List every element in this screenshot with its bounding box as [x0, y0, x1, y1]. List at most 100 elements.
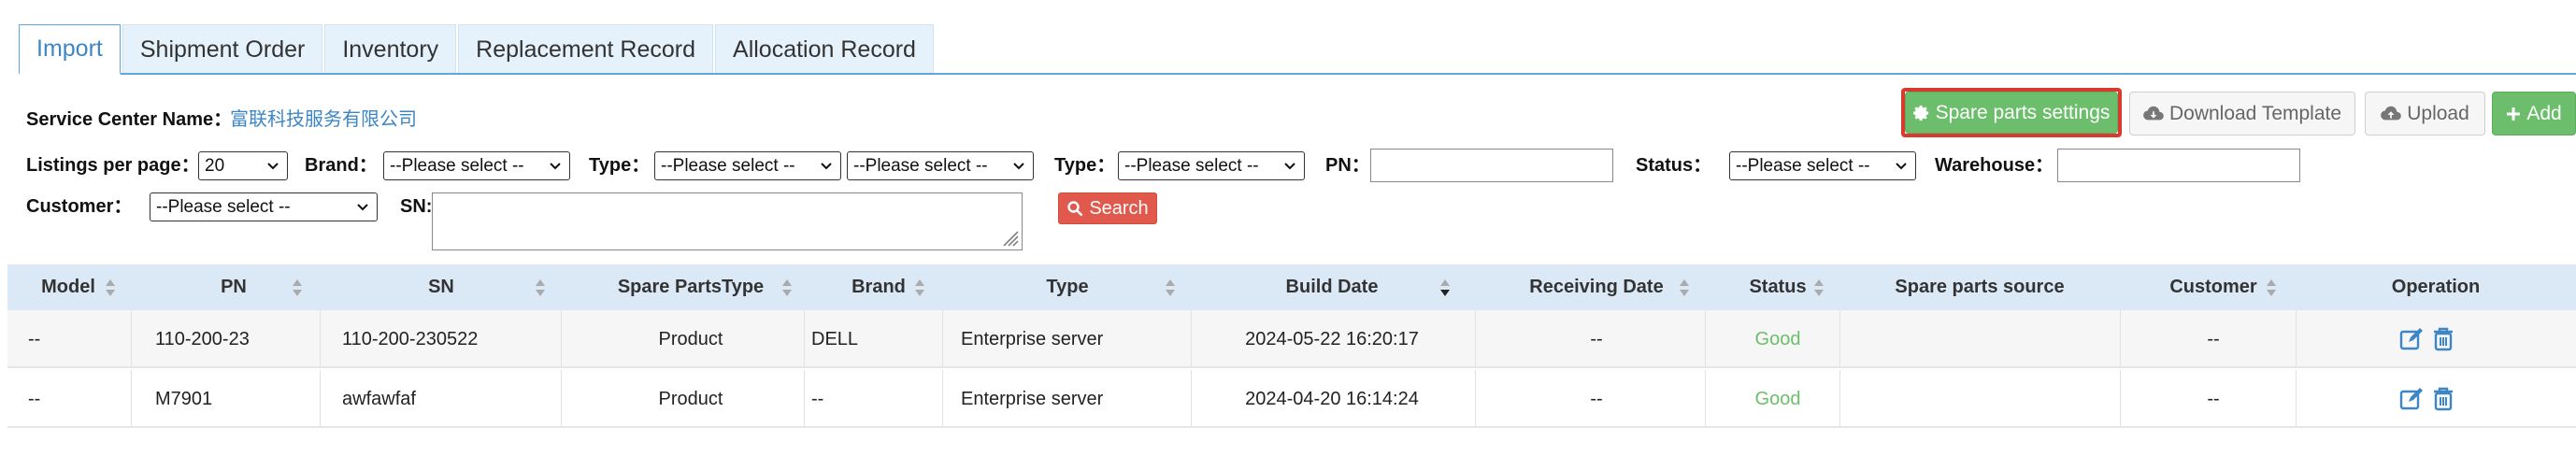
cell-build-date: 2024-04-20 16:14:24 [1245, 388, 1419, 409]
cell-spare-parts-type: Product [658, 328, 723, 349]
col-brand-label: Brand [852, 277, 906, 297]
pn-input[interactable] [1370, 149, 1613, 182]
cell-customer: -- [2207, 388, 2220, 409]
cell-brand: -- [811, 388, 824, 409]
trash-icon[interactable] [2430, 386, 2456, 412]
tab-inventory[interactable]: Inventory [324, 24, 457, 74]
listings-per-page-value: 20 [205, 155, 225, 176]
tab-replacement-record[interactable]: Replacement Record [458, 24, 714, 74]
download-template-label: Download Template [2168, 102, 2342, 124]
col-build-date[interactable]: Build Date [1191, 264, 1473, 310]
cell-type: Enterprise server [961, 328, 1104, 349]
table-header: Model PN SN Spare PartsType Brand Type B… [7, 264, 2576, 310]
sort-icon[interactable] [105, 278, 116, 297]
gear-icon [1912, 105, 1928, 121]
sort-icon[interactable] [1679, 278, 1690, 297]
download-template-button[interactable]: Download Template [2129, 92, 2355, 135]
chevron-down-icon [357, 204, 368, 211]
customer-select-value: --Please select -- [156, 196, 291, 217]
brand-label: Brand： [305, 155, 378, 176]
col-brand[interactable]: Brand [804, 264, 953, 310]
cell-model: -- [28, 388, 41, 409]
chevron-down-icon [550, 163, 561, 170]
pn-label: PN： [1325, 155, 1370, 176]
col-status-label: Status [1749, 277, 1807, 297]
listings-per-page-select[interactable]: 20 [198, 151, 288, 180]
sort-icon[interactable] [781, 278, 793, 297]
cell-brand: DELL [811, 328, 859, 349]
cell-receiving-date: -- [1590, 328, 1603, 349]
tab-allocation-record[interactable]: Allocation Record [715, 24, 934, 74]
type-label: Type： [589, 155, 651, 176]
sort-icon[interactable] [292, 278, 303, 297]
col-spare-parts-source: Spare parts source [1839, 264, 2120, 310]
tab-shipment-order[interactable]: Shipment Order [122, 24, 323, 74]
type-select-secondary-value: --Please select -- [853, 155, 988, 176]
col-build-date-label: Build Date [1285, 277, 1379, 297]
customer-label: Customer： [26, 196, 133, 217]
service-center-value: 富联科技服务有限公司 [230, 109, 417, 130]
resize-grip-icon[interactable] [1003, 231, 1020, 248]
brand-select-value: --Please select -- [390, 155, 524, 176]
sort-icon[interactable] [1813, 278, 1825, 297]
table-row: -- 110-200-23 110-200-230522 Product DEL… [7, 310, 2576, 368]
col-pn-label: PN [221, 277, 247, 297]
upload-button[interactable]: Upload [2365, 92, 2485, 135]
sort-icon[interactable] [2266, 278, 2277, 297]
cell-sn: awfawfaf [342, 388, 416, 409]
type-select-2[interactable]: --Please select -- [1118, 151, 1305, 180]
col-sn-label: SN [428, 277, 454, 297]
trash-icon[interactable] [2430, 326, 2456, 352]
col-receiving-date-label: Receiving Date [1529, 277, 1664, 297]
add-button[interactable]: Add [2492, 92, 2576, 135]
add-label: Add [2526, 102, 2562, 124]
type-select-secondary[interactable]: --Please select -- [847, 151, 1034, 180]
chevron-down-icon [267, 163, 279, 170]
col-status[interactable]: Status [1705, 264, 1851, 310]
sn-textarea[interactable] [432, 192, 1023, 250]
chevron-down-icon [1284, 163, 1295, 170]
cell-model: -- [28, 328, 41, 349]
chevron-down-icon [1013, 163, 1024, 170]
col-sn[interactable]: SN [320, 264, 563, 310]
col-model-label: Model [41, 277, 95, 297]
table-row: -- M7901 awfawfaf Product -- Enterprise … [7, 370, 2576, 428]
status-select-value: --Please select -- [1736, 155, 1870, 176]
tab-divider [19, 73, 2576, 75]
sort-desc-icon[interactable] [1439, 278, 1451, 297]
sort-icon[interactable] [914, 278, 925, 297]
col-customer-label: Customer [2169, 277, 2257, 297]
status-label: Status： [1636, 155, 1712, 176]
col-operation: Operation [2296, 264, 2576, 310]
cell-type: Enterprise server [961, 388, 1104, 409]
tab-import[interactable]: Import [19, 24, 121, 75]
edit-icon[interactable] [2398, 326, 2425, 352]
col-type[interactable]: Type [942, 264, 1193, 310]
brand-select[interactable]: --Please select -- [383, 151, 570, 180]
listings-per-page-label: Listings per page： [26, 155, 200, 176]
sort-icon[interactable] [535, 278, 546, 297]
edit-icon[interactable] [2398, 386, 2425, 412]
sort-icon[interactable] [1165, 278, 1176, 297]
search-button[interactable]: Search [1058, 192, 1157, 224]
col-spare-parts-type-label: Spare PartsType [617, 277, 765, 297]
status-select[interactable]: --Please select -- [1729, 151, 1916, 180]
spare-parts-settings-label: Spare parts settings [1935, 101, 2111, 123]
cell-pn: 110-200-23 [155, 328, 250, 349]
col-type-label: Type [1046, 277, 1089, 297]
chevron-down-icon [1896, 163, 1907, 170]
spare-parts-settings-button[interactable]: Spare parts settings [1905, 92, 2118, 134]
type-label-2: Type： [1054, 155, 1116, 176]
customer-select[interactable]: --Please select -- [150, 192, 378, 221]
col-customer[interactable]: Customer [2120, 264, 2307, 310]
cell-status: Good [1754, 388, 1801, 409]
warehouse-input[interactable] [2057, 149, 2300, 182]
col-pn[interactable]: PN [131, 264, 336, 310]
type-select-primary[interactable]: --Please select -- [654, 151, 841, 180]
upload-label: Upload [2407, 102, 2469, 124]
warehouse-label: Warehouse： [1935, 155, 2054, 176]
search-icon [1067, 201, 1083, 217]
cell-receiving-date: -- [1590, 388, 1603, 409]
cell-spare-parts-source [1839, 310, 2120, 368]
search-label: Search [1089, 197, 1149, 219]
